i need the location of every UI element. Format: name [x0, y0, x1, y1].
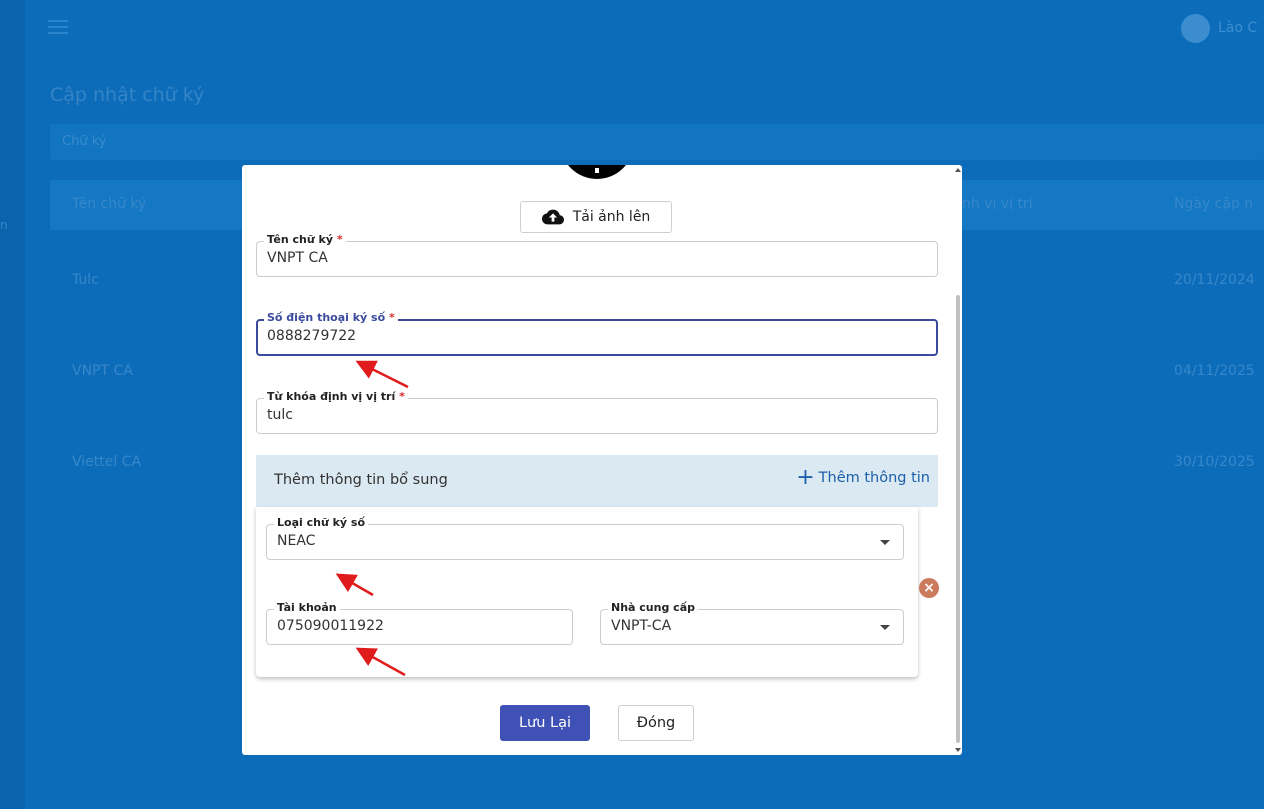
- provider-value: VNPT-CA: [611, 618, 672, 634]
- position-keyword-field[interactable]: Từ khóa định vị vị trí * tulc: [256, 390, 938, 434]
- upload-image-button[interactable]: Tải ảnh lên: [520, 201, 672, 233]
- account-field[interactable]: Tài khoản 075090011922: [266, 601, 573, 645]
- phone-number-value: 0888279722: [267, 328, 357, 344]
- chevron-down-icon: [880, 540, 890, 545]
- signature-name-label: Tên chữ ký *: [264, 233, 346, 246]
- cloud-upload-icon: [541, 209, 564, 225]
- column-header-date: Ngày cập n: [1174, 196, 1254, 212]
- signature-image-preview: [560, 165, 634, 179]
- hamburger-menu-icon[interactable]: [48, 20, 68, 36]
- phone-number-field[interactable]: Số điện thoại ký số * 0888279722: [256, 311, 938, 356]
- table-row-name: Viettel CA: [72, 454, 142, 470]
- position-keyword-value: tulc: [267, 407, 293, 423]
- account-label: Tài khoản: [274, 601, 340, 614]
- table-row-date: 30/10/2025: [1174, 454, 1255, 470]
- user-name[interactable]: Lào C: [1218, 20, 1257, 36]
- sidebar: [0, 0, 25, 809]
- additional-info-title: Thêm thông tin bổ sung: [274, 472, 448, 488]
- column-header-name: Tên chữ ký: [72, 196, 147, 212]
- search-input[interactable]: Chữ ký: [50, 124, 1264, 160]
- signature-name-field[interactable]: Tên chữ ký * VNPT CA: [256, 233, 938, 277]
- search-placeholder: Chữ ký: [62, 134, 107, 149]
- user-avatar[interactable]: [1181, 14, 1210, 43]
- table-row-date: 04/11/2025: [1174, 363, 1255, 379]
- column-header-keyword: nh vị vị trí: [962, 196, 1033, 212]
- scroll-down-arrow-icon[interactable]: [955, 748, 961, 752]
- signature-type-value: NEAC: [277, 533, 316, 549]
- remove-info-button[interactable]: ×: [919, 578, 939, 598]
- annotation-arrow: [355, 360, 409, 389]
- phone-number-label: Số điện thoại ký số *: [264, 311, 398, 324]
- table-row-name: VNPT CA: [72, 363, 133, 379]
- signature-name-value: VNPT CA: [267, 250, 328, 266]
- provider-label: Nhà cung cấp: [608, 601, 698, 614]
- save-button[interactable]: Lưu Lại: [500, 705, 590, 741]
- position-keyword-label: Từ khóa định vị vị trí *: [264, 390, 408, 403]
- additional-info-header: Thêm thông tin bổ sung + Thêm thông tin: [256, 455, 938, 507]
- signature-type-select[interactable]: Loại chữ ký số NEAC: [266, 516, 904, 560]
- table-row-date: 20/11/2024: [1174, 272, 1255, 288]
- table-row-name: Tulc: [72, 272, 99, 288]
- scrollbar-thumb[interactable]: [956, 295, 960, 743]
- close-icon: ×: [923, 580, 935, 596]
- chevron-down-icon: [880, 625, 890, 630]
- scroll-up-arrow-icon[interactable]: [955, 168, 961, 172]
- add-info-label: Thêm thông tin: [818, 470, 930, 486]
- account-value: 075090011922: [277, 618, 384, 634]
- additional-info-card: Loại chữ ký số NEAC Tài khoản 0750900119…: [256, 507, 918, 677]
- sidebar-partial-text: n: [0, 218, 8, 232]
- provider-select[interactable]: Nhà cung cấp VNPT-CA: [600, 601, 904, 645]
- upload-image-label: Tải ảnh lên: [572, 209, 651, 225]
- plus-icon: +: [796, 465, 815, 490]
- close-button[interactable]: Đóng: [618, 705, 694, 741]
- signature-type-label: Loại chữ ký số: [274, 516, 369, 529]
- add-info-button[interactable]: + Thêm thông tin: [796, 465, 930, 490]
- signature-dialog: Tải ảnh lên Tên chữ ký * VNPT CA Số điện…: [242, 165, 962, 755]
- page-title: Cập nhật chữ ký: [50, 84, 205, 106]
- modal-scrollbar[interactable]: [954, 165, 962, 755]
